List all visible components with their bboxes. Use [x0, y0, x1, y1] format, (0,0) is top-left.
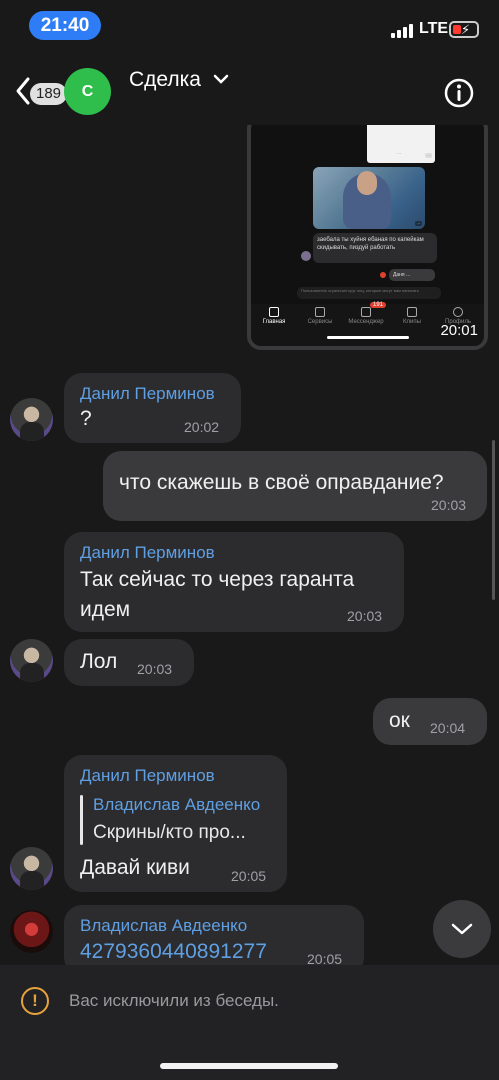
- mini-tab-clips: Клипы: [389, 304, 435, 325]
- quoted-sender[interactable]: Владислав Авдеенко: [93, 795, 260, 815]
- mini-home-indicator: [327, 336, 409, 339]
- avatar-danil[interactable]: [10, 398, 53, 441]
- mini-tab-home: Главная: [251, 304, 297, 325]
- message-bubble-outgoing[interactable]: что скажешь в своё оправдание? 20:03: [103, 451, 487, 521]
- message-text: ?: [80, 407, 92, 430]
- status-time: 21:40: [29, 11, 101, 40]
- avatar-danil[interactable]: [10, 847, 53, 890]
- message-time: 20:05: [231, 868, 267, 884]
- quoted-text[interactable]: Скрины/кто про...: [93, 822, 246, 844]
- mini-warning: Пользователь ограничил круг лиц, которые…: [297, 287, 441, 299]
- avatar-danil[interactable]: [10, 639, 53, 682]
- chevron-down-icon: [451, 923, 473, 935]
- message-bubble[interactable]: Владислав Авдеенко 4279360440891277 20:0…: [64, 905, 364, 965]
- message-time: 20:03: [347, 608, 383, 624]
- message-time: 20:01: [440, 322, 478, 339]
- chat-icon: [361, 307, 371, 317]
- battery-icon: ⚡: [449, 21, 479, 38]
- scrollbar[interactable]: [492, 440, 495, 600]
- footer-notice-bar: ! Вас исключили из беседы.: [0, 965, 499, 1080]
- sender-name[interactable]: Данил Перминов: [80, 766, 215, 786]
- message-text: что скажешь в своё оправдание?: [119, 471, 444, 494]
- message-text-line1: Так сейчас то через гаранта: [80, 568, 355, 591]
- home-icon: [269, 307, 279, 317]
- scroll-down-button[interactable]: [433, 900, 491, 958]
- chat-title[interactable]: Сделка: [129, 68, 201, 92]
- message-time: 20:05: [307, 951, 343, 965]
- mini-avatar: [301, 251, 311, 261]
- message-bubble-reply[interactable]: Данил Перминов Владислав Авдеенко Скрины…: [64, 755, 287, 892]
- unread-count-badge: 189: [30, 83, 68, 105]
- warning-icon: !: [21, 987, 49, 1015]
- screenshot-attachment[interactable]: ··· ·· ·· заебала ты хуйня ебаная по капе…: [247, 125, 488, 350]
- message-time: 20:03: [431, 497, 467, 513]
- sender-name[interactable]: Данил Перминов: [80, 543, 215, 563]
- mini-outgoing-message: Даня ...: [389, 269, 435, 281]
- info-icon[interactable]: [443, 77, 475, 109]
- avatar-vladislav[interactable]: [10, 910, 53, 953]
- status-bar: 21:40 LTE ⚡: [0, 0, 499, 50]
- back-button[interactable]: 189: [12, 67, 68, 113]
- mini-document: ··· ··: [367, 125, 435, 163]
- sender-name[interactable]: Данил Перминов: [80, 384, 215, 404]
- grid-icon: [315, 307, 325, 317]
- mini-messenger-badge: 191: [370, 302, 387, 308]
- message-text: Лол: [80, 650, 118, 673]
- mini-error-icon: [380, 272, 386, 278]
- message-text: ок: [389, 709, 410, 732]
- network-label: LTE: [419, 20, 449, 37]
- message-time: 20:02: [184, 419, 220, 435]
- chat-header: 189 С Сделка: [0, 55, 499, 125]
- message-text-line2: идем: [80, 598, 131, 621]
- message-list[interactable]: ··· ·· ·· заебала ты хуйня ебаная по капе…: [0, 125, 499, 965]
- message-bubble[interactable]: Данил Перминов ? 20:02: [64, 373, 241, 443]
- home-indicator: [160, 1063, 338, 1069]
- message-bubble[interactable]: Данил Перминов Так сейчас то через гаран…: [64, 532, 404, 632]
- chevron-down-icon[interactable]: [213, 73, 229, 85]
- mini-photo: ··: [313, 167, 425, 229]
- removed-notice: Вас исключили из беседы.: [69, 991, 279, 1010]
- mini-tab-services: Сервисы: [297, 304, 343, 325]
- message-text-link[interactable]: 4279360440891277: [80, 937, 267, 965]
- signal-icon: [391, 22, 415, 38]
- quote-bar: [80, 795, 83, 845]
- sender-name[interactable]: Владислав Авдеенко: [80, 916, 247, 936]
- message-text: Давай киви: [80, 856, 190, 879]
- message-bubble-outgoing[interactable]: ок 20:04: [373, 698, 487, 745]
- profile-icon: [453, 307, 463, 317]
- message-bubble[interactable]: Лол 20:03: [64, 639, 194, 686]
- mini-message: заебала ты хуйня ебаная по капейкам скид…: [313, 233, 437, 263]
- message-time: 20:04: [430, 720, 466, 736]
- clips-icon: [407, 307, 417, 317]
- message-time: 20:03: [137, 661, 173, 677]
- chat-avatar[interactable]: С: [64, 68, 111, 115]
